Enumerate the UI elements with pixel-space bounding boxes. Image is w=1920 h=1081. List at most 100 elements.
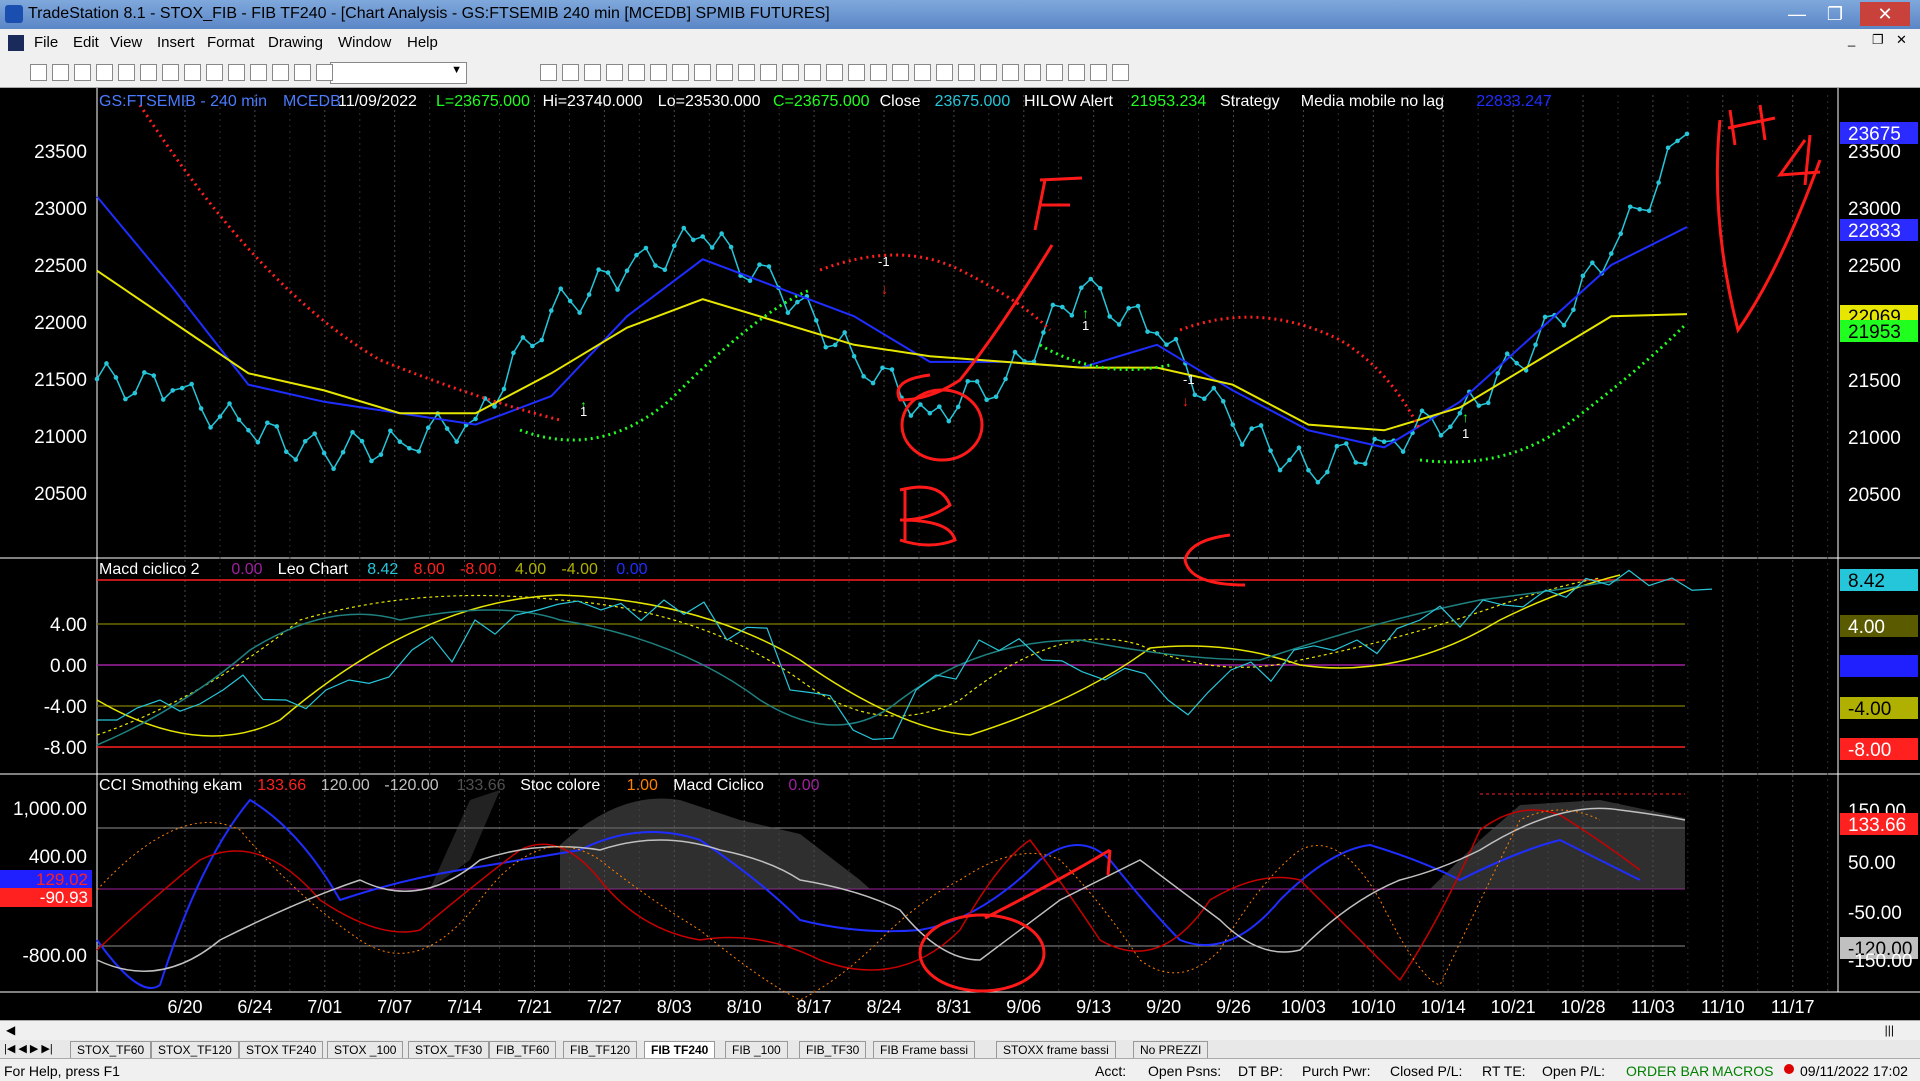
toolbar-button-icon[interactable] (96, 64, 113, 81)
tab-fib-tf120[interactable]: FIB_TF120 (563, 1041, 638, 1059)
tab-fib-tf60[interactable]: FIB_TF60 (489, 1041, 557, 1059)
toolbar-button-icon[interactable] (826, 64, 843, 81)
price-point (1561, 322, 1567, 328)
price-point (1675, 138, 1680, 144)
menu-format[interactable]: Format (207, 34, 255, 51)
toolbar-button-icon[interactable] (958, 64, 975, 81)
price-point (1419, 408, 1425, 414)
toolbar-button-icon[interactable] (1046, 64, 1063, 81)
status-macros[interactable]: MACROS (1712, 1063, 1773, 1079)
tab-stox-tf240[interactable]: STOX TF240 (239, 1041, 324, 1059)
toolbar-button-icon[interactable] (118, 64, 135, 81)
child-minimize-button[interactable]: _ (1848, 32, 1855, 47)
tab-fib-100[interactable]: FIB _100 (725, 1041, 788, 1059)
toolbar-button-icon[interactable] (892, 64, 909, 81)
scroll-right-icon[interactable]: ||| (1885, 1023, 1894, 1037)
price-point (1627, 204, 1633, 210)
toolbar-button-icon[interactable] (184, 64, 201, 81)
toolbar-button-icon[interactable] (74, 64, 91, 81)
toolbar-button-icon[interactable] (584, 64, 601, 81)
tab-stoxx-frame-bassi[interactable]: STOXX frame bassi (996, 1041, 1116, 1059)
child-restore-button[interactable]: ❐ (1872, 32, 1884, 48)
tab-fib-frame-bassi[interactable]: FIB Frame bassi (873, 1041, 976, 1059)
price-point (501, 386, 507, 392)
price-point (548, 308, 554, 313)
toolbar-button-icon[interactable] (294, 64, 311, 81)
child-close-button[interactable]: ✕ (1896, 32, 1907, 48)
tab-stox-tf60[interactable]: STOX_TF60 (70, 1041, 152, 1059)
toolbar-button-icon[interactable] (870, 64, 887, 81)
price-right-label: 21500 (1848, 371, 1901, 392)
menu-drawing[interactable]: Drawing (268, 34, 323, 51)
price-point (709, 245, 715, 250)
toolbar-button-icon[interactable] (540, 64, 557, 81)
toolbar-button-icon[interactable] (628, 64, 645, 81)
price-point (1618, 231, 1624, 237)
tab-nav-arrows-icon[interactable]: |◀ ◀ ▶ ▶| (4, 1042, 53, 1055)
price-point (454, 439, 459, 444)
toolbar-button-icon[interactable] (936, 64, 953, 81)
menu-window[interactable]: Window (338, 34, 391, 51)
tab-stox-tf120[interactable]: STOX_TF120 (151, 1041, 239, 1059)
menu-view[interactable]: View (110, 34, 142, 51)
menu-file[interactable]: File (34, 34, 58, 51)
toolbar-button-icon[interactable] (716, 64, 733, 81)
price-point (965, 378, 971, 384)
price-point (624, 268, 630, 274)
horizontal-scrollbar[interactable]: ◀ ||| (0, 1020, 1920, 1041)
toolbar-button-icon[interactable] (316, 64, 333, 81)
toolbar-button-icon[interactable] (250, 64, 267, 81)
price-point (179, 385, 185, 391)
toolbar-button-icon[interactable] (162, 64, 179, 81)
menu-edit[interactable]: Edit (73, 34, 99, 51)
toolbar-button-icon[interactable] (914, 64, 931, 81)
toolbar-button-icon[interactable] (206, 64, 223, 81)
toolbar-button-icon[interactable] (1002, 64, 1019, 81)
toolbar-button-icon[interactable] (228, 64, 245, 81)
tab-fib-tf240[interactable]: FIB TF240 (644, 1041, 716, 1059)
toolbar-button-icon[interactable] (272, 64, 289, 81)
price-point (1277, 467, 1283, 473)
toolbar-button-icon[interactable] (30, 64, 47, 81)
macd-right-label: 4.00 (1848, 617, 1885, 638)
scroll-left-icon[interactable]: ◀ (6, 1023, 15, 1037)
toolbar-button-icon[interactable] (1024, 64, 1041, 81)
chart-window-icon (8, 35, 24, 51)
menu-insert[interactable]: Insert (157, 34, 195, 51)
price-point (302, 438, 308, 444)
toolbar-button-icon[interactable] (782, 64, 799, 81)
chart-area[interactable]: ↑ 1 -1 ↓ ↑ 1 -1 ↓ ↑ 1 6/20 6/24 7/01 7/07 7/… (0, 88, 1920, 1020)
toolbar-button-icon[interactable] (760, 64, 777, 81)
price-point (1362, 461, 1368, 467)
tab-stox-100[interactable]: STOX _100 (327, 1041, 404, 1059)
minimize-button[interactable]: — (1778, 2, 1816, 26)
menu-help[interactable]: Help (407, 34, 438, 51)
tab-stox-tf30[interactable]: STOX_TF30 (408, 1041, 490, 1059)
chart-canvas[interactable]: ↑ 1 -1 ↓ ↑ 1 -1 ↓ ↑ 1 6/20 6/24 7/01 7/07 7/… (0, 88, 1920, 1020)
toolbar-button-icon[interactable] (672, 64, 689, 81)
x-tick-label: 6/24 (237, 997, 272, 1017)
toolbar-button-icon[interactable] (1112, 64, 1129, 81)
toolbar-button-icon[interactable] (848, 64, 865, 81)
toolbar-button-icon[interactable] (1068, 64, 1085, 81)
price-point (1656, 180, 1661, 185)
toolbar-button-icon[interactable] (738, 64, 755, 81)
toolbar-button-icon[interactable] (804, 64, 821, 81)
toolbar-button-icon[interactable] (1090, 64, 1107, 81)
toolbar-button-icon[interactable] (606, 64, 623, 81)
toolbar-button-icon[interactable] (52, 64, 69, 81)
price-header-item: 23675.000 (935, 93, 1011, 110)
toolbar-button-icon[interactable] (562, 64, 579, 81)
tab-fib-tf30[interactable]: FIB_TF30 (799, 1041, 867, 1059)
price-point (397, 439, 403, 445)
symbol-dropdown[interactable]: ▼ (330, 62, 467, 84)
tab-no-prezzi[interactable]: No PREZZI (1133, 1041, 1209, 1059)
close-button[interactable]: ✕ (1860, 2, 1910, 26)
toolbar-button-icon[interactable] (140, 64, 157, 81)
toolbar-button-icon[interactable] (650, 64, 667, 81)
maximize-button[interactable]: ❐ (1816, 2, 1854, 26)
x-tick-label: 7/07 (377, 997, 412, 1017)
status-order-bar[interactable]: ORDER BAR (1626, 1063, 1709, 1079)
toolbar-button-icon[interactable] (980, 64, 997, 81)
toolbar-button-icon[interactable] (694, 64, 711, 81)
